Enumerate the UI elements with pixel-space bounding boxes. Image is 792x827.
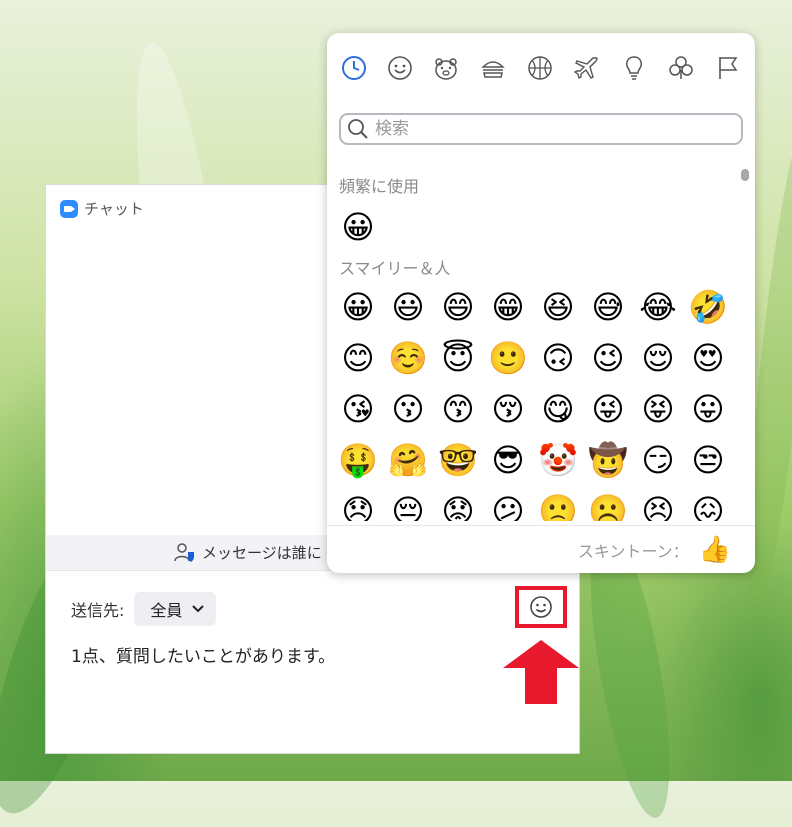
search-icon — [348, 119, 368, 139]
flag-icon[interactable] — [713, 51, 743, 85]
smiley-category-icon[interactable] — [385, 51, 415, 85]
emoji-item[interactable]: ☹️ — [588, 491, 628, 521]
skin-tone-label: スキントーン： — [577, 541, 689, 561]
food-burger-icon[interactable] — [478, 51, 508, 85]
emoji-item[interactable]: 🙁 — [538, 491, 578, 521]
emoji-search[interactable] — [339, 113, 743, 145]
emoji-item[interactable]: 😖 — [688, 491, 728, 521]
emoji-item[interactable]: 😀 — [338, 287, 378, 327]
emoji-item[interactable]: 😘 — [338, 389, 378, 429]
notice-text: メッセージは誰に — [202, 544, 322, 562]
message-input[interactable]: 1点、質問したいことがあります。 — [71, 642, 335, 667]
emoji-item[interactable]: 😕 — [488, 491, 528, 521]
emoji-item[interactable]: 🤡 — [538, 440, 578, 480]
section-label-smileys: スマイリー＆人 — [339, 259, 451, 278]
airplane-icon[interactable] — [572, 51, 602, 85]
user-shield-icon — [174, 542, 194, 562]
emoji-grid-area: 頻繁に使用 スマイリー＆人 😀 😀 😃 😄 😁 😆 😅 😂 🤣 😊 ☺️ 😇 🙂 🙃 😉 😌 😍 😘 😗 😙 😚 😋 😜 😝 😛… — [327, 165, 755, 521]
recipient-row: 送信先: 全員 — [71, 592, 217, 626]
emoji-item[interactable]: 😞 — [338, 491, 378, 521]
annotation-arrow — [503, 640, 579, 704]
emoji-item[interactable]: 😂 — [638, 287, 678, 327]
emoji-item[interactable]: 😚 — [488, 389, 528, 429]
emoji-item[interactable]: 😄 — [438, 287, 478, 327]
chevron-down-icon — [192, 605, 205, 613]
emoji-item[interactable]: 😔 — [388, 491, 428, 521]
emoji-item[interactable]: 😜 — [588, 389, 628, 429]
emoji-item[interactable]: 😊 — [338, 338, 378, 378]
recent-clock-icon[interactable] — [339, 51, 369, 85]
emoji-item[interactable]: 😏 — [638, 440, 678, 480]
emoji-item[interactable]: 😃 — [388, 287, 428, 327]
emoji-item[interactable]: ☺️ — [388, 338, 428, 378]
zoom-logo-icon — [60, 199, 78, 218]
skin-tone-selector[interactable]: 👍 — [699, 535, 731, 565]
ball-icon[interactable] — [525, 51, 555, 85]
recipient-label: 送信先: — [71, 601, 125, 620]
emoji-item[interactable]: 🤓 — [438, 440, 478, 480]
emoji-scrollbar[interactable] — [741, 169, 749, 519]
emoji-item[interactable]: 😌 — [638, 338, 678, 378]
emoji-item[interactable]: 😒 — [688, 440, 728, 480]
emoji-item[interactable]: 🤠 — [588, 440, 628, 480]
emoji-picker: 頻繁に使用 スマイリー＆人 😀 😀😃😄😁😆😅😂🤣 😊☺️😇🙂🙃😉😌😍 😘😗😙😚😋😜😝😛… — [327, 33, 755, 573]
emoji-item[interactable]: 😇 — [438, 338, 478, 378]
emoji-item[interactable]: 😋 — [538, 389, 578, 429]
section-label-frequent: 頻繁に使用 — [339, 177, 420, 196]
club-icon[interactable] — [666, 51, 696, 85]
emoji-item[interactable]: 🤗 — [388, 440, 428, 480]
emoji-item[interactable]: 😟 — [438, 491, 478, 521]
scroll-thumb[interactable] — [741, 169, 749, 181]
emoji-item[interactable]: 🤣 — [688, 287, 728, 327]
compose-area: 送信先: 全員 1点、質問したいことがあります。 — [46, 572, 579, 753]
emoji-item[interactable]: 😙 — [438, 389, 478, 429]
emoji-item[interactable]: 😅 — [588, 287, 628, 327]
animal-icon[interactable] — [431, 51, 461, 85]
emoji-item[interactable]: 🙃 — [538, 338, 578, 378]
emoji-item[interactable]: 😣 — [638, 491, 678, 521]
chat-title-bar: チャット — [60, 198, 144, 219]
emoji-item[interactable]: 😁 — [488, 287, 528, 327]
emoji-item[interactable]: 😛 — [688, 389, 728, 429]
emoji-button[interactable] — [515, 586, 567, 628]
emoji-item[interactable]: 😝 — [638, 389, 678, 429]
emoji-item[interactable]: 🤑 — [338, 440, 378, 480]
emoji-item[interactable]: 😗 — [388, 389, 428, 429]
recipient-value: 全員 — [150, 601, 183, 620]
chat-title: チャット — [84, 200, 144, 218]
emoji-item[interactable]: 🙂 — [488, 338, 528, 378]
emoji-search-input[interactable] — [373, 118, 737, 140]
emoji-item[interactable]: 😉 — [588, 338, 628, 378]
skin-tone-bar: スキントーン： 👍 — [327, 525, 755, 573]
emoji-item[interactable]: 😀 — [338, 207, 378, 247]
emoji-item[interactable]: 😆 — [538, 287, 578, 327]
recipient-dropdown[interactable]: 全員 — [134, 592, 217, 626]
lightbulb-icon[interactable] — [619, 51, 649, 85]
emoji-item[interactable]: 😎 — [488, 440, 528, 480]
emoji-item[interactable]: 😍 — [688, 338, 728, 378]
emoji-category-bar — [327, 51, 755, 85]
smiley-icon — [530, 596, 552, 618]
